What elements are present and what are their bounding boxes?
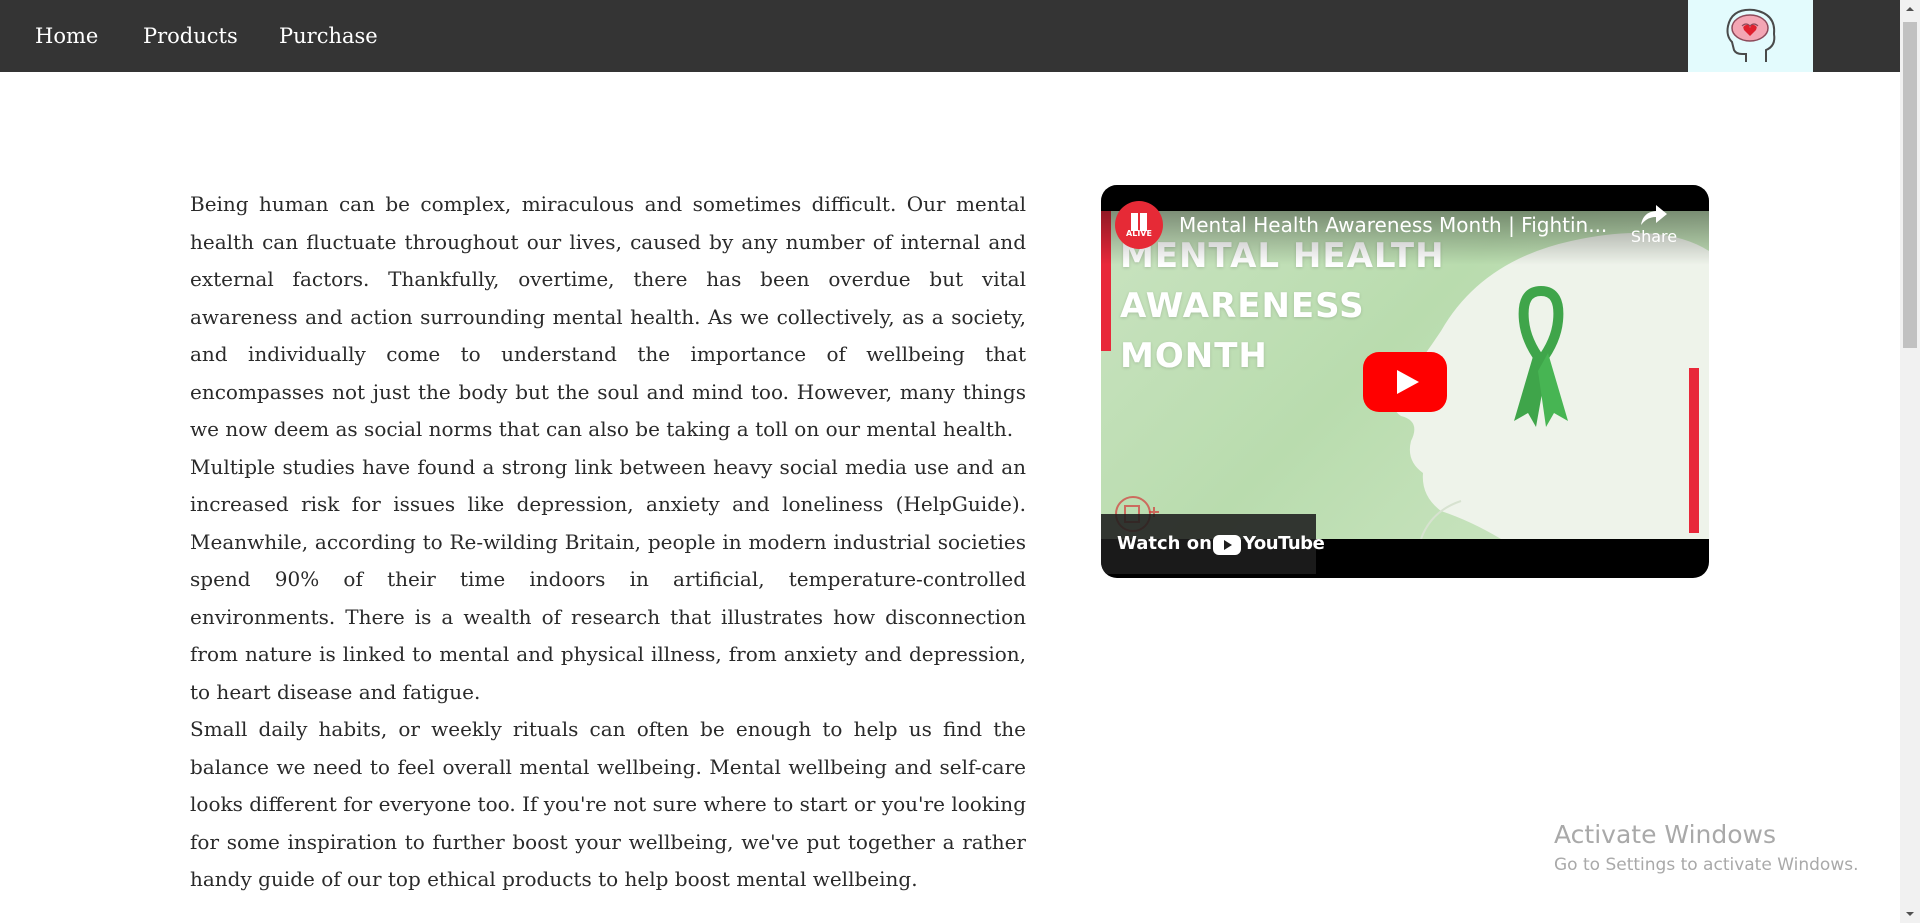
scrollbar-thumb[interactable]	[1903, 22, 1917, 348]
scroll-down-arrow-icon[interactable]	[1900, 907, 1920, 921]
channel-badge-text: ALIVE	[1126, 229, 1152, 238]
share-label: Share	[1630, 227, 1678, 246]
channel-avatar[interactable]: ALIVE	[1115, 201, 1163, 249]
scroll-up-arrow-icon[interactable]	[1900, 2, 1920, 16]
article-paragraph-2: Multiple studies have found a strong lin…	[190, 454, 1026, 704]
youtube-video-embed[interactable]: MENTAL HEALTH AWARENESS MONTH ALIVE Ment…	[1101, 185, 1709, 578]
site-logo[interactable]	[1688, 0, 1813, 72]
watch-on-youtube-button[interactable]: Watch on YouTube	[1101, 514, 1325, 574]
article-paragraph-1: Being human can be complex, miraculous a…	[190, 192, 1026, 441]
activate-windows-title: Activate Windows	[1554, 820, 1776, 849]
activate-windows-subtitle: Go to Settings to activate Windows.	[1554, 855, 1859, 875]
brain-heart-head-icon	[1726, 8, 1775, 62]
play-button[interactable]	[1363, 352, 1447, 412]
activate-windows-watermark: Activate Windows Go to Settings to activ…	[1554, 820, 1859, 875]
thumbnail-line-2: AWARENESS	[1120, 286, 1365, 326]
video-title-link[interactable]: Mental Health Awareness Month | Fightin.…	[1179, 213, 1607, 237]
share-button[interactable]: Share	[1624, 203, 1684, 246]
green-ribbon-icon	[1514, 285, 1568, 427]
watch-on-label: Watch on	[1117, 533, 1212, 554]
nav-purchase-link[interactable]: Purchase	[279, 0, 378, 72]
nav-home-link[interactable]: Home	[35, 0, 98, 72]
play-triangle-icon	[1397, 370, 1419, 394]
page-scrollbar[interactable]	[1900, 0, 1920, 923]
article-content: Being human can be complex, miraculous a…	[190, 186, 1026, 899]
top-navbar: Home Products Purchase	[0, 0, 1900, 72]
nav-products-link[interactable]: Products	[143, 0, 238, 72]
share-arrow-icon	[1641, 205, 1667, 225]
article-paragraph-3: Small daily habits, or weekly rituals ca…	[190, 717, 1026, 891]
youtube-label: YouTube	[1243, 533, 1325, 554]
thumbnail-red-accent-right	[1689, 368, 1699, 533]
